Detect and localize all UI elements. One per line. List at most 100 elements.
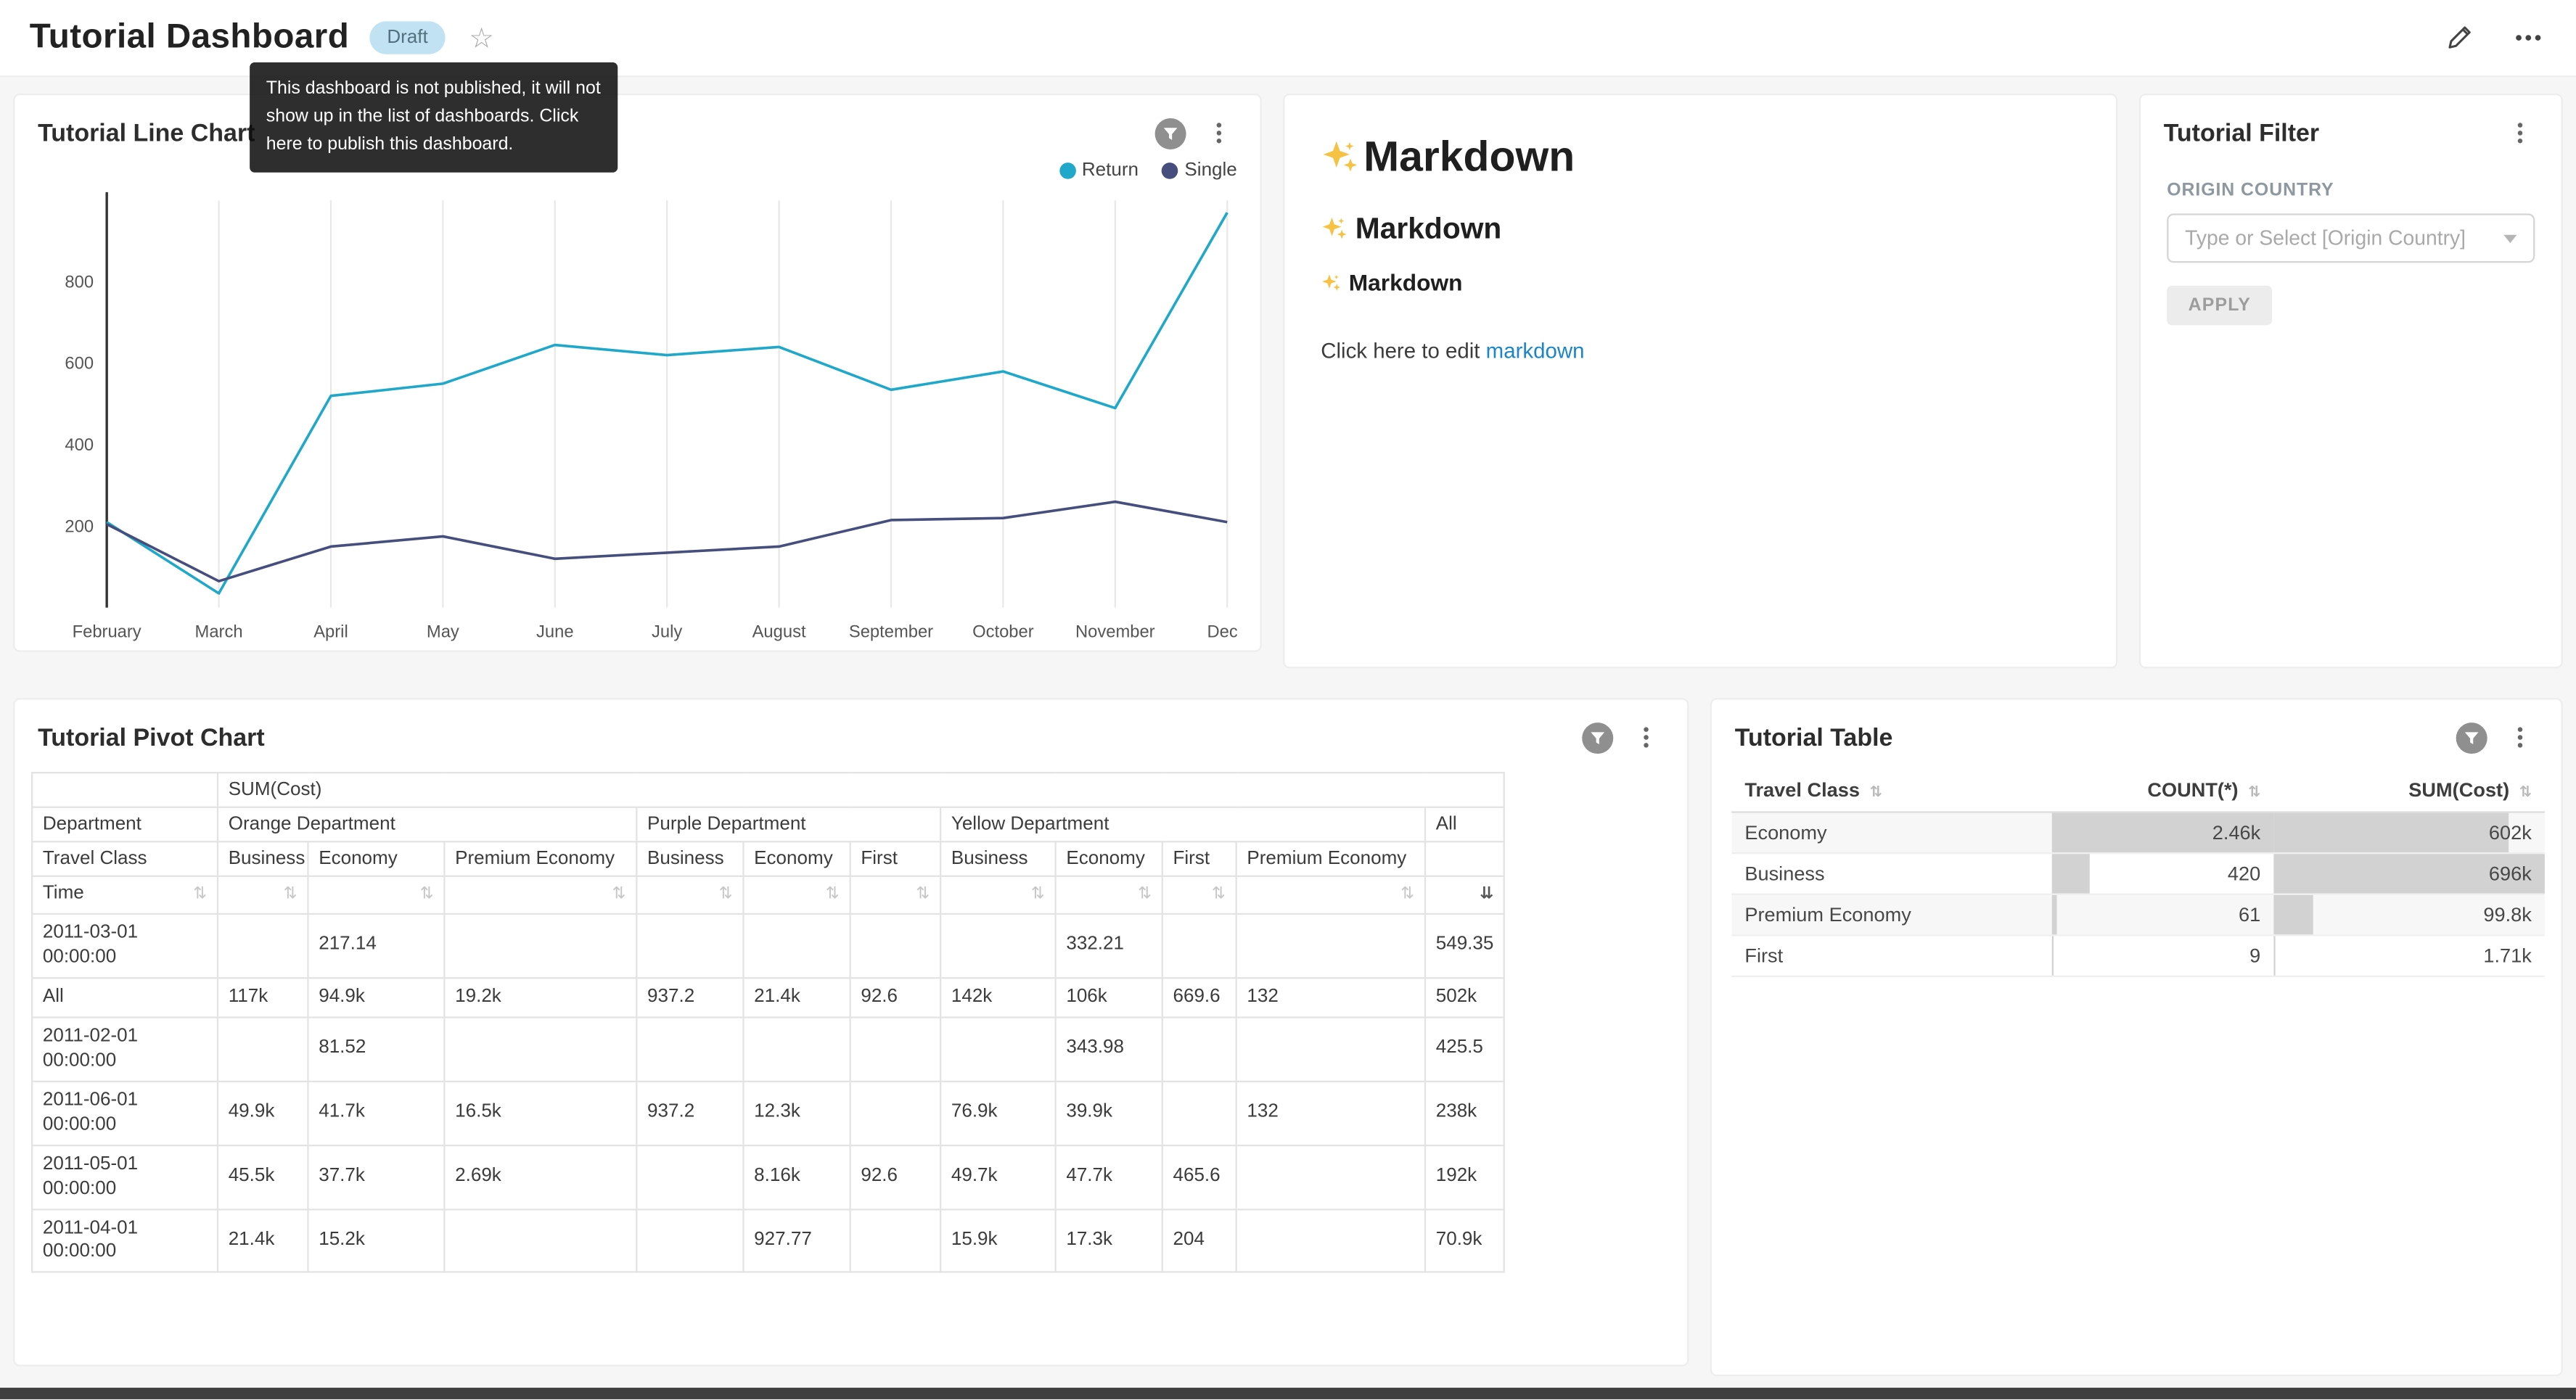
pivot-cell bbox=[850, 914, 941, 978]
sort-icon: ⇅ bbox=[1212, 884, 1226, 907]
markdown-h2: Markdown bbox=[1321, 212, 2080, 247]
funnel-icon bbox=[1162, 124, 1180, 142]
pivot-cell bbox=[444, 1017, 636, 1081]
pivot-metric-label: SUM(Cost) bbox=[218, 773, 1504, 807]
pivot-sort[interactable]: ⇅ bbox=[1162, 876, 1236, 914]
origin-country-select[interactable]: Type or Select [Origin Country] bbox=[2167, 213, 2535, 263]
line-chart: 200400600800FebruaryMarchAprilMayJuneJul… bbox=[28, 184, 1236, 651]
pivot-row: 2011-04-01 00:00:0021.4k15.2k927.7715.9k… bbox=[32, 1208, 1504, 1272]
markdown-card: Markdown Markdown Markdown Click here to… bbox=[1283, 94, 2117, 668]
pivot-sort[interactable]: ⇅ bbox=[444, 876, 636, 914]
pivot-row: 2011-02-01 00:00:0081.52343.98425.5 bbox=[32, 1017, 1504, 1081]
sparkles-icon bbox=[1321, 272, 1342, 293]
travel-class-cell: First bbox=[1731, 935, 2051, 976]
table-row: Business420696k bbox=[1731, 853, 2545, 894]
pivot-sort-row: Time⇅⇅⇅⇅⇅⇅⇅⇅⇅⇅⇅⇊ bbox=[32, 876, 1504, 914]
filter-menu-button[interactable] bbox=[2502, 115, 2538, 151]
series-color-dot bbox=[1162, 162, 1178, 179]
pivot-class-header: Business bbox=[636, 841, 743, 876]
count-cell: 2.46k bbox=[2052, 812, 2274, 854]
pivot-sort[interactable]: ⇅ bbox=[636, 876, 743, 914]
pivot-cell: 425.5 bbox=[1425, 1017, 1504, 1081]
pivot-row-label: 2011-02-01 00:00:00 bbox=[32, 1017, 218, 1081]
pivot-cell: 92.6 bbox=[850, 1145, 941, 1208]
edit-dashboard-button[interactable] bbox=[2441, 20, 2477, 56]
pivot-cell: 927.77 bbox=[743, 1208, 850, 1272]
svg-text:400: 400 bbox=[65, 435, 94, 455]
pivot-row: 2011-06-01 00:00:0049.9k41.7k16.5k937.21… bbox=[32, 1081, 1504, 1145]
pivot-row-label: 2011-06-01 00:00:00 bbox=[32, 1081, 218, 1145]
favorite-star-icon[interactable]: ☆ bbox=[469, 24, 494, 52]
pivot-sort[interactable]: ⇅ bbox=[940, 876, 1055, 914]
cross-filter-icon[interactable] bbox=[1155, 118, 1186, 149]
pivot-sort[interactable]: ⇅ bbox=[218, 876, 308, 914]
svg-text:Dece: Dece bbox=[1207, 622, 1236, 641]
chart-menu-button[interactable] bbox=[1628, 720, 1665, 756]
svg-text:August: August bbox=[752, 622, 806, 641]
pivot-cell: 106k bbox=[1056, 978, 1162, 1017]
count-cell: 9 bbox=[2052, 935, 2274, 976]
pivot-cell: 94.9k bbox=[308, 978, 445, 1017]
svg-text:September: September bbox=[849, 622, 933, 641]
sort-icon: ⇅ bbox=[1138, 884, 1152, 907]
pivot-cell: 39.9k bbox=[1056, 1081, 1162, 1145]
sum-cell: 99.8k bbox=[2273, 894, 2545, 936]
pivot-sort[interactable]: ⇅ bbox=[743, 876, 850, 914]
table-col-travel-class[interactable]: Travel Class⇅ bbox=[1731, 769, 2051, 812]
sort-icon: ⇅ bbox=[193, 884, 207, 907]
pivot-row-label: 2011-05-01 00:00:00 bbox=[32, 1145, 218, 1208]
filter-card: Tutorial Filter ORIGIN COUNTRY Type or S… bbox=[2139, 94, 2563, 668]
sort-icon: ⇅ bbox=[2519, 783, 2532, 800]
pivot-dept-row: DepartmentOrange DepartmentPurple Depart… bbox=[32, 807, 1504, 842]
pivot-dept-header: All bbox=[1425, 807, 1504, 842]
pivot-cell: 332.21 bbox=[1056, 914, 1162, 978]
legend-item[interactable]: Return bbox=[1059, 161, 1139, 181]
pivot-class-header: Economy bbox=[1056, 841, 1162, 876]
table-col-sum[interactable]: SUM(Cost)⇅ bbox=[2273, 769, 2545, 812]
markdown-h1: Markdown bbox=[1321, 131, 2080, 182]
pivot-sort[interactable]: ⇅ bbox=[1236, 876, 1425, 914]
filter-title: Tutorial Filter bbox=[2164, 119, 2319, 147]
apply-button[interactable]: APPLY bbox=[2167, 286, 2272, 325]
publish-tooltip[interactable]: This dashboard is not published, it will… bbox=[250, 62, 618, 173]
pencil-icon bbox=[2445, 23, 2474, 53]
pivot-cell bbox=[1162, 914, 1236, 978]
pivot-cell: 12.3k bbox=[743, 1081, 850, 1145]
cross-filter-icon[interactable] bbox=[1582, 722, 1613, 753]
pivot-sort[interactable]: ⇅ bbox=[308, 876, 445, 914]
edit-markdown-link[interactable]: markdown bbox=[1486, 338, 1585, 363]
sum-cell: 1.71k bbox=[2273, 935, 2545, 976]
sort-icon: ⇅ bbox=[1870, 783, 1882, 800]
legend-item[interactable]: Single bbox=[1162, 161, 1237, 181]
pivot-cell: 21.4k bbox=[743, 978, 850, 1017]
chevron-down-icon bbox=[2503, 234, 2516, 242]
svg-text:800: 800 bbox=[65, 272, 94, 292]
pivot-cell bbox=[1236, 1208, 1425, 1272]
pivot-sort-all[interactable]: ⇊ bbox=[1425, 876, 1504, 914]
chart-menu-button[interactable] bbox=[1201, 115, 1237, 151]
more-actions-button[interactable] bbox=[2510, 20, 2546, 56]
ellipsis-vertical-icon bbox=[2507, 724, 2533, 750]
svg-text:March: March bbox=[195, 622, 243, 641]
pivot-cell: 132 bbox=[1236, 1081, 1425, 1145]
chart-title: Tutorial Line Chart bbox=[38, 119, 255, 147]
pivot-cell: 2.69k bbox=[444, 1145, 636, 1208]
sort-icon: ⇅ bbox=[284, 884, 298, 907]
pivot-cell: 17.3k bbox=[1056, 1208, 1162, 1272]
draft-badge: Draft bbox=[369, 21, 446, 54]
pivot-sort[interactable]: ⇅ bbox=[1056, 876, 1162, 914]
pivot-row-label: All bbox=[32, 978, 218, 1017]
pivot-cell: 70.9k bbox=[1425, 1208, 1504, 1272]
chart-menu-button[interactable] bbox=[2502, 720, 2538, 756]
pivot-title: Tutorial Pivot Chart bbox=[38, 723, 265, 751]
cross-filter-icon[interactable] bbox=[2456, 722, 2487, 753]
pivot-sort-time[interactable]: Time⇅ bbox=[32, 876, 218, 914]
pivot-cell bbox=[940, 914, 1055, 978]
ellipsis-vertical-icon bbox=[2507, 120, 2533, 146]
pivot-sort[interactable]: ⇅ bbox=[850, 876, 941, 914]
pivot-cell: 669.6 bbox=[1162, 978, 1236, 1017]
table-col-count[interactable]: COUNT(*)⇅ bbox=[2052, 769, 2274, 812]
pivot-cell bbox=[1236, 1145, 1425, 1208]
svg-text:February: February bbox=[73, 622, 141, 641]
sparkles-icon bbox=[1321, 215, 1348, 243]
